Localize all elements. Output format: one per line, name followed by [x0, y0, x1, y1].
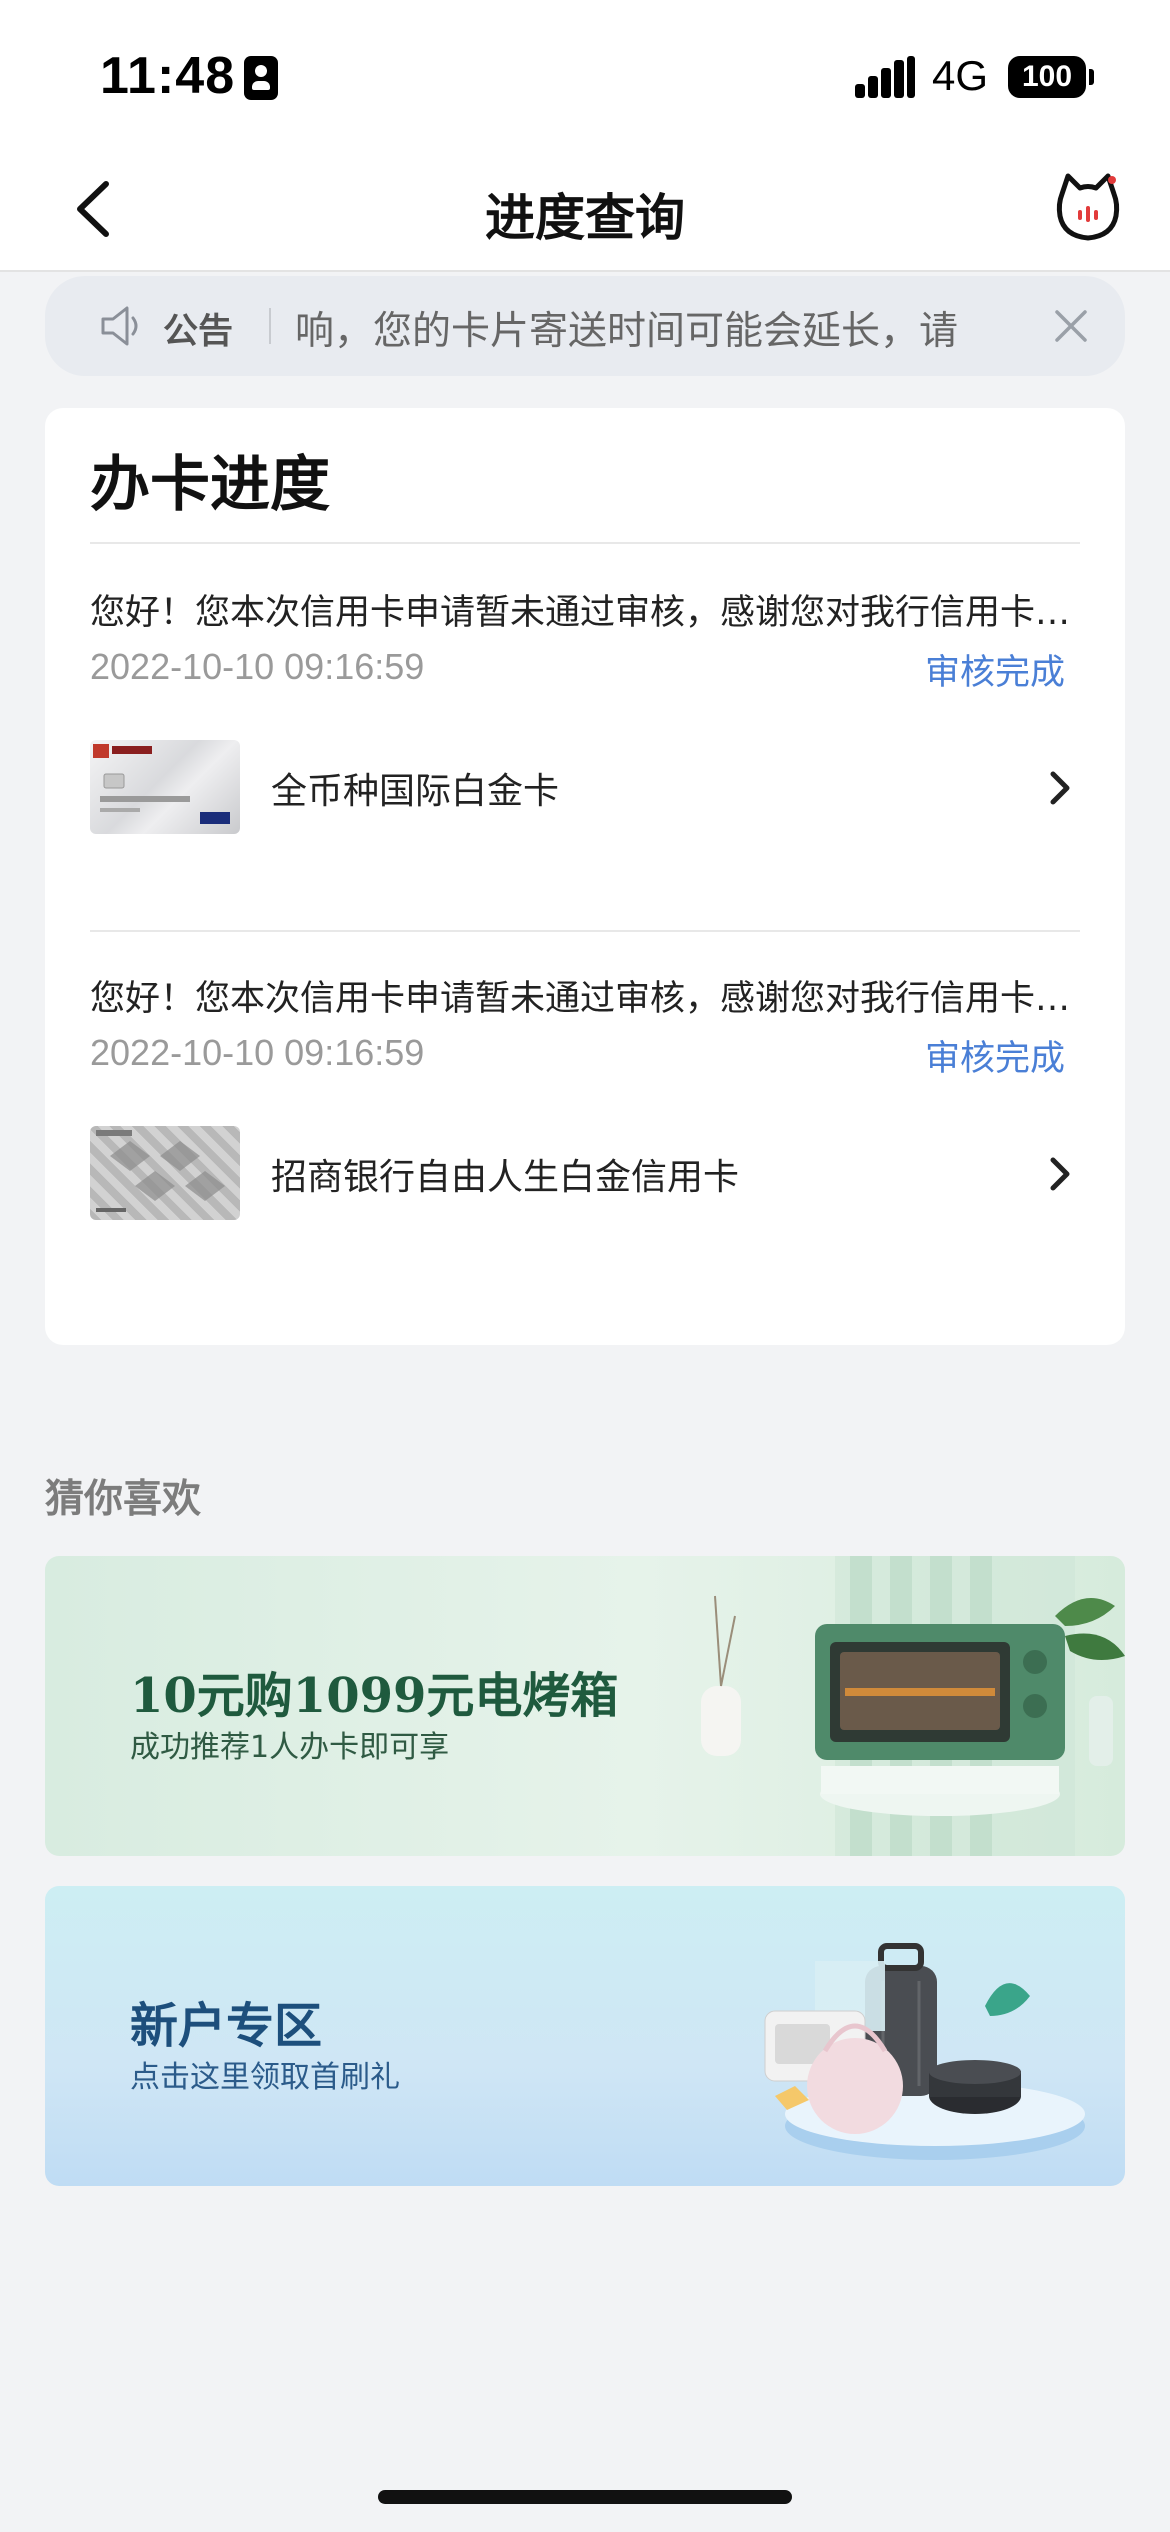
close-icon[interactable] [1051, 306, 1091, 346]
nav-bar: 进度查询 [0, 150, 1170, 272]
chevron-right-icon [1050, 771, 1070, 805]
page-title: 进度查询 [485, 189, 685, 247]
id-card-icon [244, 56, 278, 100]
card-row[interactable]: 招商银行自由人生白金信用卡 [45, 1124, 1125, 1224]
card-thumbnail [90, 740, 240, 834]
progress-message: 您好！您本次信用卡申请暂未通过审核，感谢您对我行信用卡的支持。 [90, 979, 1080, 1019]
card-art [96, 1130, 225, 1212]
promo-banner-oven[interactable]: 10元购1099元电烤箱 成功推荐1人办卡即可享 [45, 1556, 1125, 1856]
progress-status: 审核完成 [924, 1039, 1065, 1079]
notice-text: 响，您的卡片寄送时间可能会延长，请 [295, 309, 959, 354]
card-art [93, 744, 230, 824]
cat-service-icon [1056, 173, 1120, 241]
home-indicator[interactable] [378, 2490, 792, 2504]
divider [90, 542, 1080, 544]
notice-divider [269, 308, 271, 344]
progress-item: 您好！您本次信用卡申请暂未通过审核，感谢您对我行信用卡的支持。 2022-10-… [45, 970, 1125, 1350]
card-row[interactable]: 全币种国际白金卡 [45, 738, 1125, 838]
battery-tip [1089, 69, 1094, 85]
promo-banner-new-user[interactable]: 新户专区 点击这里领取首刷礼 [45, 1886, 1125, 2186]
speaker-icon [101, 306, 138, 346]
gift-products-illustration [764, 1943, 1085, 2160]
progress-item: 您好！您本次信用卡申请暂未通过审核，感谢您对我行信用卡的支持。 2022-10-… [45, 584, 1125, 964]
progress-time: 2022-10-10 09:16:59 [90, 1032, 425, 1073]
status-time: 11:48 [100, 47, 236, 105]
card-thumbnail [90, 1126, 240, 1220]
progress-message: 您好！您本次信用卡申请暂未通过审核，感谢您对我行信用卡的支持。 [90, 593, 1080, 633]
signal-icon [855, 56, 915, 98]
network-label: 4G [932, 52, 989, 99]
notice-label: 公告 [163, 312, 234, 352]
card-name: 招商银行自由人生白金信用卡 [271, 1157, 740, 1198]
progress-title: 办卡进度 [90, 450, 330, 520]
battery-icon: 100 [1008, 56, 1086, 98]
oven-illustration [701, 1556, 1125, 1856]
section-title: 猜你喜欢 [45, 1477, 202, 1522]
status-bar: 11:48 4G 100 [0, 0, 1170, 150]
divider [90, 930, 1080, 932]
banner-subtitle: 成功推荐1人办卡即可享 [130, 1730, 450, 1765]
progress-time: 2022-10-10 09:16:59 [90, 646, 425, 687]
progress-status: 审核完成 [924, 653, 1065, 693]
banner-subtitle: 点击这里领取首刷礼 [130, 2060, 400, 2095]
chevron-right-icon [1050, 1157, 1070, 1191]
progress-card: 办卡进度 您好！您本次信用卡申请暂未通过审核，感谢您对我行信用卡的支持。 202… [45, 408, 1125, 1345]
customer-service-button[interactable] [1054, 172, 1122, 244]
card-name: 全币种国际白金卡 [271, 771, 560, 812]
notice-bar[interactable]: 公告 响，您的卡片寄送时间可能会延长，请 [45, 276, 1125, 376]
banner-title: 新户专区 [130, 1998, 323, 2054]
banner-title: 10元购1099元电烤箱 [130, 1668, 619, 1724]
